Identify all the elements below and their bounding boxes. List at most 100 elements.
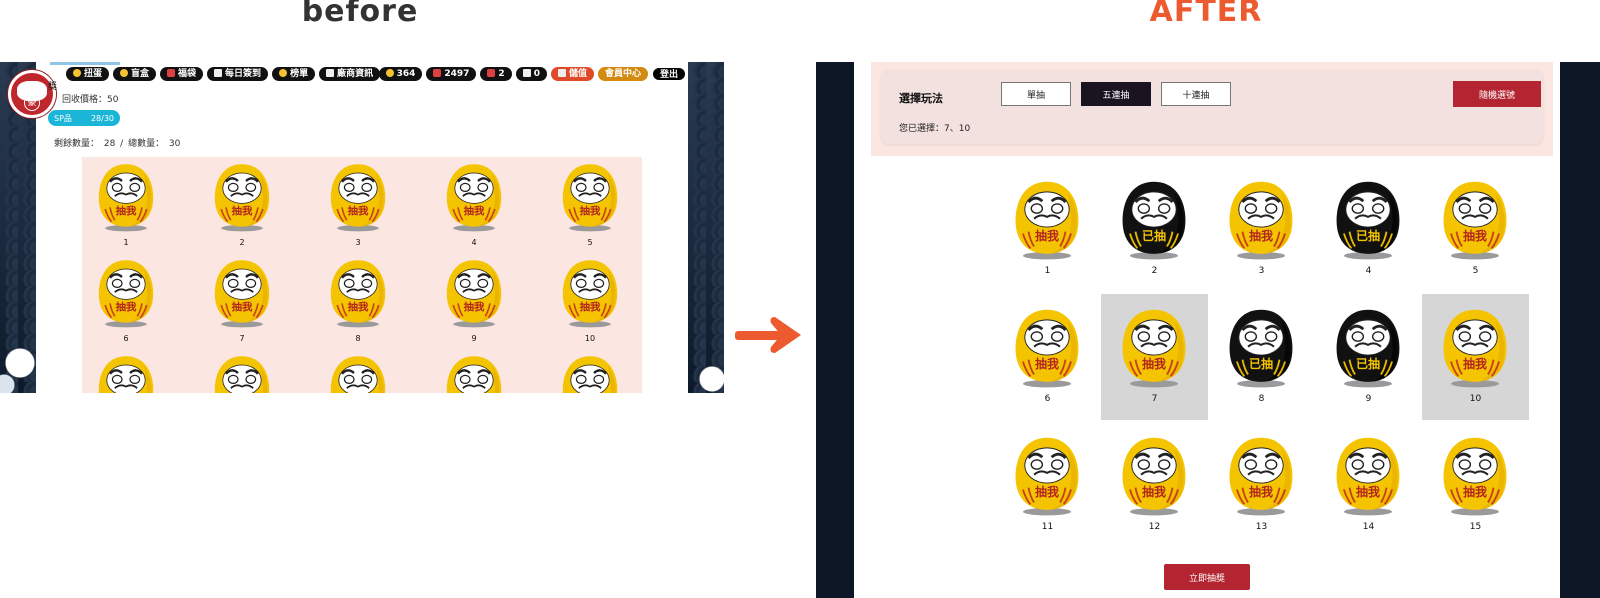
label-fragment: 獎 (48, 82, 58, 92)
daruma-item-12[interactable]: 抽我 12 (1101, 422, 1208, 548)
svg-text:抽我: 抽我 (580, 301, 601, 314)
before-daruma-item[interactable]: 抽我 6 (90, 257, 162, 349)
before-daruma-item[interactable]: 抽我 9 (438, 257, 510, 349)
deposit-button[interactable]: 儲值 (550, 67, 594, 81)
before-caption: before (301, 0, 419, 29)
daruma-icon: 抽我 (330, 260, 386, 328)
daruma-item-5[interactable]: 抽我 5 (1422, 166, 1529, 292)
daruma-logo[interactable]: 豪 (8, 70, 56, 118)
daruma-item-10[interactable]: 抽我 10 (1422, 294, 1529, 420)
logout-button[interactable]: 登出 (651, 67, 686, 81)
svg-text:抽我: 抽我 (116, 301, 137, 314)
before-daruma-item[interactable]: 抽我 3 (322, 161, 394, 253)
daruma-number: 5 (1472, 266, 1479, 276)
svg-text:抽我: 抽我 (348, 205, 369, 218)
daruma-icon: 抽我 (1443, 309, 1507, 388)
daruma-icon: 抽我 (1015, 437, 1079, 516)
daruma-icon: 已抽 (1336, 309, 1400, 388)
daruma-item-3[interactable]: 抽我 3 (1208, 166, 1315, 292)
before-daruma-item[interactable]: 抽我 8 (322, 257, 394, 349)
daruma-item-14[interactable]: 抽我 14 (1315, 422, 1422, 548)
random-pick-button[interactable]: 隨機選號 (1453, 81, 1541, 107)
before-daruma-grid: 抽我1抽我2抽我3抽我4抽我5抽我6抽我7抽我8抽我9抽我10抽我11抽我12抽… (82, 157, 642, 393)
blindbox-icon (120, 69, 129, 77)
svg-text:抽我: 抽我 (1035, 484, 1059, 499)
before-screenshot: 豪 獎 扭蛋 盲盒 福袋 每日簽到 榜單 廠商資訊 364 2497 2 0 儲… (0, 62, 724, 393)
before-daruma-item[interactable]: 抽我13 (322, 353, 394, 393)
nav-blindbox[interactable]: 盲盒 (113, 67, 157, 81)
draw-now-button[interactable]: 立即抽獎 (1164, 564, 1250, 590)
daruma-icon: 抽我 (214, 260, 270, 328)
daruma-icon: 抽我 (214, 356, 270, 393)
mode-selector-card: 選擇玩法 單抽 五連抽 十連抽 隨機選號 您已選擇：7、10 (881, 70, 1543, 144)
daruma-item-1[interactable]: 抽我 1 (994, 166, 1101, 292)
svg-text:抽我: 抽我 (232, 205, 253, 218)
main-nav: 扭蛋 盲盒 福袋 每日簽到 榜單 廠商資訊 (66, 67, 381, 81)
daruma-icon: 抽我 (1015, 309, 1079, 388)
before-daruma-item[interactable]: 抽我 2 (206, 161, 278, 253)
before-daruma-item[interactable]: 抽我 1 (90, 161, 162, 253)
svg-text:抽我: 抽我 (1249, 228, 1273, 243)
daruma-icon: 抽我 (1229, 181, 1293, 260)
daruma-number: 13 (1255, 522, 1268, 532)
before-daruma-item[interactable]: 抽我 5 (554, 161, 626, 253)
remaining-count: 剩餘數量： 28 / 總數量： 30 (54, 139, 181, 149)
comparison-canvas: before AFTER 豪 獎 扭蛋 盲盒 福袋 每日簽到 榜單 廠商資訊 3… (0, 0, 1600, 598)
side-panel-right (1560, 62, 1600, 598)
daruma-item-15[interactable]: 抽我 15 (1422, 422, 1529, 548)
member-center-button[interactable]: 會員中心 (597, 67, 648, 81)
nav-daily-checkin[interactable]: 每日簽到 (207, 67, 269, 81)
before-daruma-item[interactable]: 抽我 4 (438, 161, 510, 253)
daruma-number: 12 (1148, 522, 1161, 532)
daruma-icon: 抽我 (98, 164, 154, 232)
daruma-number: 6 (1044, 394, 1051, 404)
daruma-icon: 抽我 (330, 164, 386, 232)
nav-gashapon[interactable]: 扭蛋 (66, 67, 110, 81)
daruma-item-6[interactable]: 抽我 6 (994, 294, 1101, 420)
daruma-icon: 抽我 (562, 260, 618, 328)
daruma-icon: 抽我 (1443, 437, 1507, 516)
svg-text:抽我: 抽我 (1463, 228, 1487, 243)
daruma-number: 4 (1365, 266, 1372, 276)
selected-numbers: 您已選擇：7、10 (899, 124, 971, 134)
daruma-icon: 已抽 (1229, 309, 1293, 388)
svg-text:抽我: 抽我 (348, 301, 369, 314)
mode-five-button[interactable]: 五連抽 (1081, 82, 1151, 106)
before-daruma-item[interactable]: 抽我 7 (206, 257, 278, 349)
nav-luckybag[interactable]: 福袋 (160, 67, 204, 81)
daruma-item-7[interactable]: 抽我 7 (1101, 294, 1208, 420)
daruma-item-13[interactable]: 抽我 13 (1208, 422, 1315, 548)
daruma-number: 8 (1258, 394, 1265, 404)
svg-text:已抽: 已抽 (1142, 228, 1166, 243)
nav-ranking[interactable]: 榜單 (272, 67, 316, 81)
before-daruma-item[interactable]: 抽我14 (438, 353, 510, 393)
nav-vendor-info[interactable]: 廠商資訊 (319, 67, 381, 81)
luckybag-icon (167, 69, 176, 77)
svg-text:抽我: 抽我 (580, 205, 601, 218)
daruma-item-11[interactable]: 抽我 11 (994, 422, 1101, 548)
daruma-icon: 抽我 (562, 164, 618, 232)
daruma-icon: 抽我 (446, 260, 502, 328)
svg-text:已抽: 已抽 (1356, 356, 1380, 371)
svg-text:抽我: 抽我 (1142, 356, 1166, 371)
daruma-icon: 抽我 (1122, 437, 1186, 516)
sp-label: SP品 (54, 113, 72, 123)
before-daruma-item[interactable]: 抽我12 (206, 353, 278, 393)
daruma-number: 15 (1469, 522, 1482, 532)
arrow-right-icon (735, 317, 801, 353)
svg-text:抽我: 抽我 (464, 301, 485, 314)
daruma-icon: 抽我 (1336, 437, 1400, 516)
logo-mark: 豪 (24, 95, 40, 111)
daruma-icon: 已抽 (1122, 181, 1186, 260)
daruma-icon: 抽我 (1015, 181, 1079, 260)
mode-title: 選擇玩法 (899, 92, 943, 105)
mode-single-button[interactable]: 單抽 (1001, 82, 1071, 106)
before-daruma-item[interactable]: 抽我15 (554, 353, 626, 393)
svg-text:抽我: 抽我 (464, 205, 485, 218)
before-daruma-item[interactable]: 抽我 10 (554, 257, 626, 349)
before-daruma-item[interactable]: 抽我11 (90, 353, 162, 393)
after-screenshot: 選擇玩法 單抽 五連抽 十連抽 隨機選號 您已選擇：7、10 抽我 1 已抽 2 抽我 3… (816, 62, 1600, 598)
daruma-number: 6 (123, 334, 129, 343)
mode-ten-button[interactable]: 十連抽 (1161, 82, 1231, 106)
svg-text:抽我: 抽我 (1035, 228, 1059, 243)
